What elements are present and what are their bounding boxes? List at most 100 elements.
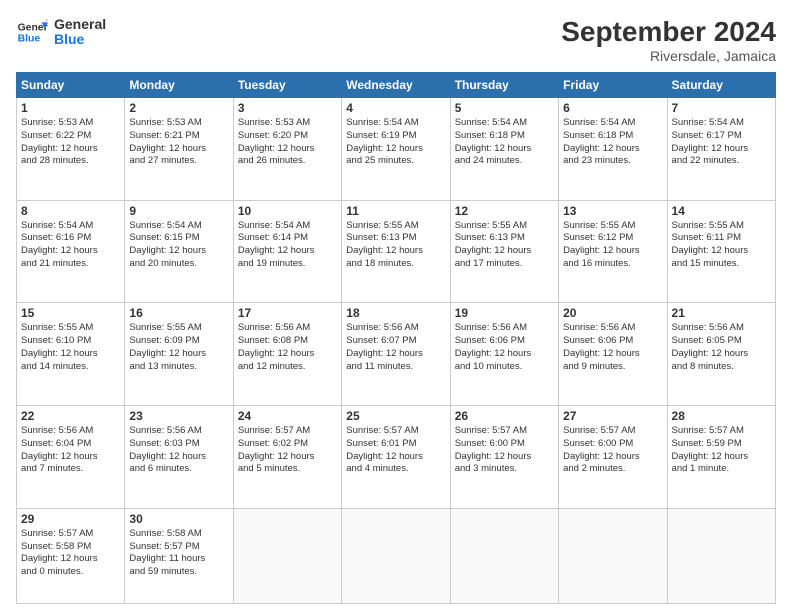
day-info: Sunrise: 5:54 AMSunset: 6:16 PMDaylight:… bbox=[21, 220, 120, 271]
day-number: 1 bbox=[21, 101, 120, 115]
day-number: 16 bbox=[129, 306, 228, 320]
day-info: Sunrise: 5:56 AMSunset: 6:07 PMDaylight:… bbox=[346, 322, 445, 373]
table-row: 3Sunrise: 5:53 AMSunset: 6:20 PMDaylight… bbox=[233, 98, 341, 201]
table-row bbox=[450, 508, 558, 603]
table-row: 14 Sunrise: 5:55 AMSunset: 6:11 PMDayligh… bbox=[667, 200, 775, 303]
table-row bbox=[233, 508, 341, 603]
table-row: 16 Sunrise: 5:55 AMSunset: 6:09 PMDayligh… bbox=[125, 303, 233, 406]
day-number: 19 bbox=[455, 306, 554, 320]
table-row: 19Sunrise: 5:56 AMSunset: 6:06 PMDayligh… bbox=[450, 303, 558, 406]
table-row: 26 Sunrise: 5:57 AMSunset: 6:00 PMDayligh… bbox=[450, 406, 558, 509]
day-info: Sunrise: 5:57 AMSunset: 6:00 PMDaylight:… bbox=[563, 425, 662, 476]
day-info: Sunrise: 5:55 AMSunset: 6:13 PMDaylight:… bbox=[455, 220, 554, 271]
table-row: 10 Sunrise: 5:54 AMSunset: 6:14 PMDayligh… bbox=[233, 200, 341, 303]
day-info: Sunrise: 5:57 AMSunset: 6:00 PMDaylight:… bbox=[455, 425, 554, 476]
day-info: Sunrise: 5:54 AMSunset: 6:14 PMDaylight:… bbox=[238, 220, 337, 271]
day-info: Sunrise: 5:54 AMSunset: 6:18 PMDaylight:… bbox=[455, 117, 554, 168]
day-info: Sunrise: 5:56 AMSunset: 6:04 PMDaylight:… bbox=[21, 425, 120, 476]
col-thursday: Thursday bbox=[450, 73, 558, 98]
day-info: Sunrise: 5:54 AMSunset: 6:19 PMDaylight:… bbox=[346, 117, 445, 168]
logo-text-line2: Blue bbox=[54, 32, 106, 47]
day-number: 21 bbox=[672, 306, 771, 320]
day-info: Sunrise: 5:54 AMSunset: 6:17 PMDaylight:… bbox=[672, 117, 771, 168]
day-info: Sunrise: 5:56 AMSunset: 6:08 PMDaylight:… bbox=[238, 322, 337, 373]
day-info: Sunrise: 5:55 AMSunset: 6:11 PMDaylight:… bbox=[672, 220, 771, 271]
day-info: Sunrise: 5:54 AMSunset: 6:15 PMDaylight:… bbox=[129, 220, 228, 271]
logo: General Blue General Blue bbox=[16, 16, 106, 48]
table-row: 13 Sunrise: 5:55 AMSunset: 6:12 PMDayligh… bbox=[559, 200, 667, 303]
day-number: 24 bbox=[238, 409, 337, 423]
calendar-table: Sunday Monday Tuesday Wednesday Thursday… bbox=[16, 72, 776, 604]
day-number: 15 bbox=[21, 306, 120, 320]
day-number: 20 bbox=[563, 306, 662, 320]
table-row: 7 Sunrise: 5:54 AMSunset: 6:17 PMDaylight… bbox=[667, 98, 775, 201]
table-row: 2 Sunrise: 5:53 AMSunset: 6:21 PMDaylight… bbox=[125, 98, 233, 201]
table-row: 22 Sunrise: 5:56 AMSunset: 6:04 PMDayligh… bbox=[17, 406, 125, 509]
calendar-week-row: 1 Sunrise: 5:53 AMSunset: 6:22 PMDaylight… bbox=[17, 98, 776, 201]
table-row: 4Sunrise: 5:54 AMSunset: 6:19 PMDaylight… bbox=[342, 98, 450, 201]
table-row: 12Sunrise: 5:55 AMSunset: 6:13 PMDayligh… bbox=[450, 200, 558, 303]
calendar-week-row: 8 Sunrise: 5:54 AMSunset: 6:16 PMDaylight… bbox=[17, 200, 776, 303]
day-info: Sunrise: 5:57 AMSunset: 5:58 PMDaylight:… bbox=[21, 528, 120, 579]
table-row: 27 Sunrise: 5:57 AMSunset: 6:00 PMDayligh… bbox=[559, 406, 667, 509]
day-info: Sunrise: 5:53 AMSunset: 6:22 PMDaylight:… bbox=[21, 117, 120, 168]
col-saturday: Saturday bbox=[667, 73, 775, 98]
month-title: September 2024 bbox=[561, 16, 776, 48]
svg-text:Blue: Blue bbox=[18, 34, 41, 45]
table-row: 29 Sunrise: 5:57 AMSunset: 5:58 PMDayligh… bbox=[17, 508, 125, 603]
calendar-week-row: 15 Sunrise: 5:55 AMSunset: 6:10 PMDayligh… bbox=[17, 303, 776, 406]
day-info: Sunrise: 5:57 AMSunset: 6:02 PMDaylight:… bbox=[238, 425, 337, 476]
title-area: September 2024 Riversdale, Jamaica bbox=[561, 16, 776, 64]
col-sunday: Sunday bbox=[17, 73, 125, 98]
table-row: 11Sunrise: 5:55 AMSunset: 6:13 PMDayligh… bbox=[342, 200, 450, 303]
table-row bbox=[559, 508, 667, 603]
table-row: 28 Sunrise: 5:57 AMSunset: 5:59 PMDayligh… bbox=[667, 406, 775, 509]
col-friday: Friday bbox=[559, 73, 667, 98]
calendar-header-row: Sunday Monday Tuesday Wednesday Thursday… bbox=[17, 73, 776, 98]
subtitle: Riversdale, Jamaica bbox=[561, 48, 776, 64]
day-number: 2 bbox=[129, 101, 228, 115]
day-info: Sunrise: 5:56 AMSunset: 6:05 PMDaylight:… bbox=[672, 322, 771, 373]
day-info: Sunrise: 5:53 AMSunset: 6:20 PMDaylight:… bbox=[238, 117, 337, 168]
col-tuesday: Tuesday bbox=[233, 73, 341, 98]
day-number: 23 bbox=[129, 409, 228, 423]
day-number: 28 bbox=[672, 409, 771, 423]
day-info: Sunrise: 5:57 AMSunset: 5:59 PMDaylight:… bbox=[672, 425, 771, 476]
table-row: 20 Sunrise: 5:56 AMSunset: 6:06 PMDayligh… bbox=[559, 303, 667, 406]
table-row: 9 Sunrise: 5:54 AMSunset: 6:15 PMDaylight… bbox=[125, 200, 233, 303]
day-info: Sunrise: 5:55 AMSunset: 6:12 PMDaylight:… bbox=[563, 220, 662, 271]
table-row bbox=[342, 508, 450, 603]
table-row: 25Sunrise: 5:57 AMSunset: 6:01 PMDayligh… bbox=[342, 406, 450, 509]
table-row: 5 Sunrise: 5:54 AMSunset: 6:18 PMDaylight… bbox=[450, 98, 558, 201]
table-row: 17 Sunrise: 5:56 AMSunset: 6:08 PMDayligh… bbox=[233, 303, 341, 406]
col-monday: Monday bbox=[125, 73, 233, 98]
day-number: 9 bbox=[129, 204, 228, 218]
day-info: Sunrise: 5:55 AMSunset: 6:09 PMDaylight:… bbox=[129, 322, 228, 373]
day-info: Sunrise: 5:56 AMSunset: 6:06 PMDaylight:… bbox=[563, 322, 662, 373]
day-number: 13 bbox=[563, 204, 662, 218]
day-number: 5 bbox=[455, 101, 554, 115]
table-row: 6 Sunrise: 5:54 AMSunset: 6:18 PMDaylight… bbox=[559, 98, 667, 201]
day-number: 27 bbox=[563, 409, 662, 423]
day-info: Sunrise: 5:53 AMSunset: 6:21 PMDaylight:… bbox=[129, 117, 228, 168]
day-number: 17 bbox=[238, 306, 337, 320]
day-number: 8 bbox=[21, 204, 120, 218]
table-row: 23 Sunrise: 5:56 AMSunset: 6:03 PMDayligh… bbox=[125, 406, 233, 509]
day-number: 26 bbox=[455, 409, 554, 423]
table-row: 30Sunrise: 5:58 AMSunset: 5:57 PMDayligh… bbox=[125, 508, 233, 603]
day-number: 6 bbox=[563, 101, 662, 115]
logo-icon: General Blue bbox=[16, 16, 48, 48]
day-number: 10 bbox=[238, 204, 337, 218]
table-row: 18Sunrise: 5:56 AMSunset: 6:07 PMDayligh… bbox=[342, 303, 450, 406]
day-info: Sunrise: 5:54 AMSunset: 6:18 PMDaylight:… bbox=[563, 117, 662, 168]
day-info: Sunrise: 5:55 AMSunset: 6:10 PMDaylight:… bbox=[21, 322, 120, 373]
day-info: Sunrise: 5:56 AMSunset: 6:03 PMDaylight:… bbox=[129, 425, 228, 476]
day-number: 14 bbox=[672, 204, 771, 218]
col-wednesday: Wednesday bbox=[342, 73, 450, 98]
day-number: 29 bbox=[21, 512, 120, 526]
table-row: 24 Sunrise: 5:57 AMSunset: 6:02 PMDayligh… bbox=[233, 406, 341, 509]
day-number: 7 bbox=[672, 101, 771, 115]
day-number: 30 bbox=[129, 512, 228, 526]
table-row: 15 Sunrise: 5:55 AMSunset: 6:10 PMDayligh… bbox=[17, 303, 125, 406]
day-number: 22 bbox=[21, 409, 120, 423]
